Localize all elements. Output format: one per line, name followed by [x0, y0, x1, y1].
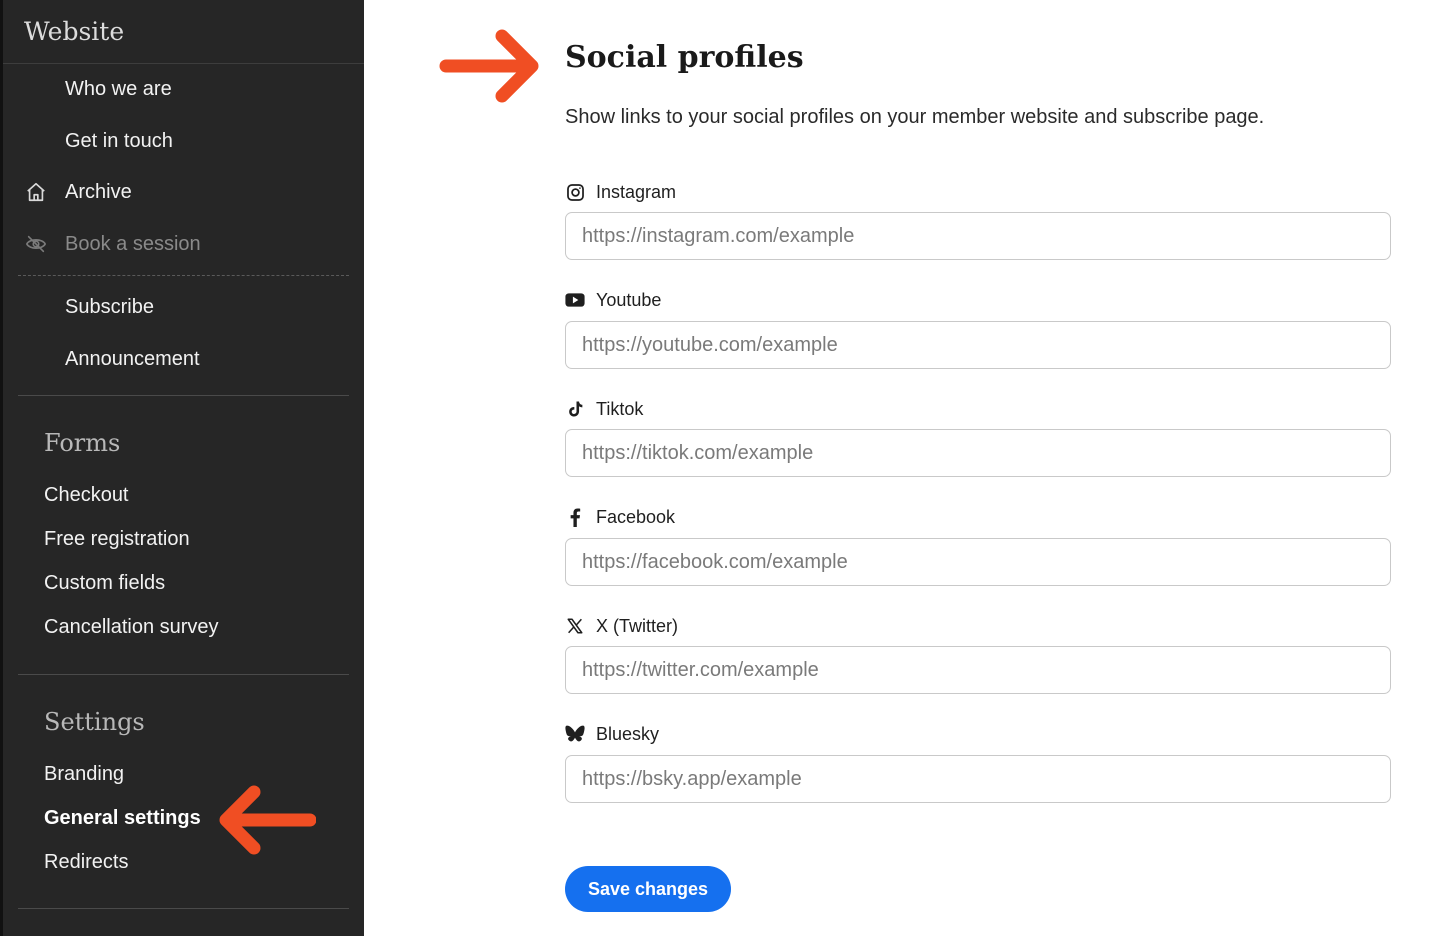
- sidebar-link-cancellation-survey[interactable]: Cancellation survey: [44, 616, 219, 639]
- sidebar-link-redirects[interactable]: Redirects: [44, 851, 128, 874]
- tiktok-icon: [565, 399, 585, 419]
- facebook-field-label: Facebook: [565, 505, 675, 529]
- sidebar-item-announcement[interactable]: Announcement: [3, 339, 364, 379]
- field-label-text: Facebook: [596, 506, 676, 527]
- field-label-text: Instagram: [596, 181, 677, 202]
- twitter-url-input[interactable]: [565, 646, 1391, 694]
- bluesky-field-label: Bluesky: [565, 722, 659, 746]
- bluesky-icon: [565, 724, 585, 744]
- sidebar-item-label: Book a session: [65, 232, 201, 255]
- sidebar-link-free-registration[interactable]: Free registration: [44, 528, 190, 551]
- sidebar-header-title: Website: [24, 17, 125, 46]
- tiktok-url-input[interactable]: [565, 429, 1391, 477]
- sidebar-item-label: Get in touch: [65, 129, 173, 152]
- youtube-icon: [565, 290, 585, 310]
- youtube-url-input[interactable]: [565, 321, 1391, 369]
- sidebar-item-label: Who we are: [65, 77, 172, 100]
- sidebar-item-book-a-session[interactable]: Book a session: [3, 224, 364, 264]
- sidebar-divider: [18, 275, 349, 276]
- field-label-text: X (Twitter): [596, 615, 679, 636]
- field-label-text: Tiktok: [596, 398, 644, 419]
- sidebar-item-who-we-are[interactable]: Who we are: [3, 69, 364, 109]
- sidebar-item-label: Archive: [65, 180, 132, 203]
- sidebar-item-get-in-touch[interactable]: Get in touch: [3, 121, 364, 161]
- page-title: Social profiles: [565, 40, 804, 75]
- sidebar-link-general-settings[interactable]: General settings: [44, 807, 201, 830]
- tiktok-field-label: Tiktok: [565, 397, 643, 421]
- sidebar-section-forms: Forms: [44, 429, 121, 457]
- home-icon: [24, 180, 48, 204]
- sidebar-item-label: Announcement: [65, 347, 200, 370]
- sidebar-header: Website: [3, 0, 364, 64]
- instagram-field-label: Instagram: [565, 180, 676, 204]
- sidebar-divider: [18, 395, 349, 396]
- bluesky-url-input[interactable]: [565, 755, 1391, 803]
- sidebar-link-custom-fields[interactable]: Custom fields: [44, 572, 165, 595]
- sidebar-divider: [18, 674, 349, 675]
- field-label-text: Bluesky: [596, 723, 660, 744]
- facebook-icon: [565, 507, 585, 527]
- annotation-arrow-right-icon: [439, 29, 539, 103]
- youtube-field-label: Youtube: [565, 288, 661, 312]
- sidebar-section-settings: Settings: [44, 708, 145, 736]
- page-subtitle: Show links to your social profiles on yo…: [565, 106, 1265, 128]
- field-label-text: Youtube: [596, 289, 662, 310]
- save-changes-button[interactable]: Save changes: [565, 866, 731, 912]
- eye-off-icon: [24, 232, 48, 256]
- facebook-url-input[interactable]: [565, 538, 1391, 586]
- sidebar-link-checkout[interactable]: Checkout: [44, 484, 129, 507]
- sidebar-item-label: Subscribe: [65, 295, 154, 318]
- instagram-icon: [565, 182, 585, 202]
- x-twitter-field-label: X (Twitter): [565, 614, 678, 638]
- x-twitter-icon: [565, 616, 585, 636]
- instagram-url-input[interactable]: [565, 212, 1391, 260]
- sidebar-item-subscribe[interactable]: Subscribe: [3, 287, 364, 327]
- sidebar-item-archive[interactable]: Archive: [3, 172, 364, 212]
- annotation-arrow-left-icon: [219, 785, 316, 855]
- sidebar-link-branding[interactable]: Branding: [44, 763, 124, 786]
- sidebar-divider: [18, 908, 349, 909]
- main-content: Social profiles Show links to your socia…: [364, 0, 1440, 936]
